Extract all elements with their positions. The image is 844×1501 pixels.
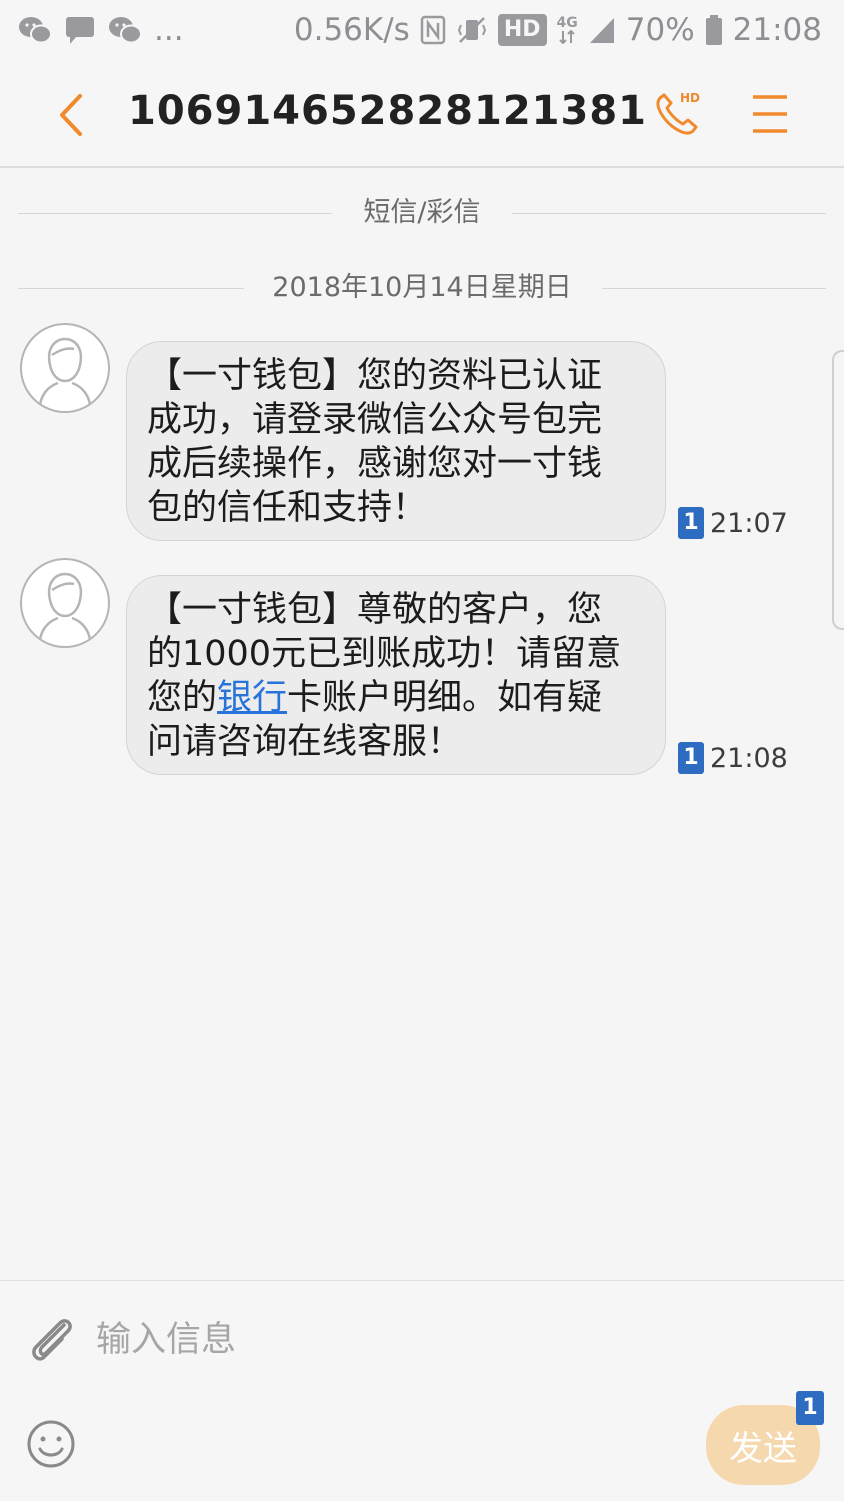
compose-bar: 发送 1 bbox=[0, 1280, 844, 1501]
date-divider: 2018年10月14日星期日 bbox=[18, 268, 826, 308]
message-bubble[interactable]: 【一寸钱包】尊敬的客户，您的1000元已到账成功！请留意您的银行卡账户明细。如有… bbox=[126, 575, 666, 775]
sender-avatar[interactable] bbox=[20, 323, 110, 413]
conversation-header: 106914652828121381 HD bbox=[0, 62, 844, 168]
battery-icon bbox=[705, 12, 723, 48]
attach-button[interactable] bbox=[24, 1311, 78, 1365]
divider-line bbox=[602, 288, 826, 289]
sim-1-badge: 1 bbox=[678, 742, 704, 774]
message-meta: 1 21:08 bbox=[678, 742, 788, 774]
svg-text:HD: HD bbox=[680, 91, 700, 105]
message-type-divider: 短信/彩信 bbox=[18, 193, 826, 233]
wechat-icon-2 bbox=[108, 12, 142, 48]
phone-hd-icon: HD bbox=[656, 91, 700, 135]
battery-percent: 70% bbox=[625, 12, 695, 48]
message-time: 21:08 bbox=[710, 742, 788, 774]
status-bar-right: 0.56K/s HD 4G 70% 21:08 bbox=[294, 12, 822, 48]
network-type-label: 4G bbox=[556, 15, 578, 31]
message-bubble[interactable]: 【一寸钱包】您的资料已认证成功，请登录微信公众号包完成后续操作，感谢您对一寸钱包… bbox=[126, 341, 666, 541]
page-title: 106914652828121381 bbox=[128, 88, 647, 134]
bank-link[interactable]: 银行 bbox=[217, 678, 287, 718]
chat-bubble-icon bbox=[64, 12, 96, 48]
message-meta: 1 21:07 bbox=[678, 507, 788, 539]
hd-voice-badge: HD bbox=[497, 14, 547, 46]
nfc-icon bbox=[420, 12, 446, 48]
chevron-left-icon bbox=[60, 94, 82, 136]
message-time: 21:07 bbox=[710, 507, 788, 539]
emoji-button[interactable] bbox=[24, 1417, 78, 1471]
more-notifications: ... bbox=[154, 12, 184, 48]
send-sim-badge: 1 bbox=[796, 1391, 824, 1425]
network-4g-icon: 4G bbox=[557, 12, 578, 48]
divider-line bbox=[512, 213, 826, 214]
wechat-icon bbox=[18, 12, 52, 48]
menu-button[interactable] bbox=[750, 92, 790, 136]
paperclip-icon bbox=[32, 1319, 72, 1361]
hd-call-button[interactable]: HD bbox=[650, 86, 706, 142]
status-bar: ... 0.56K/s HD 4G 70% 21:08 bbox=[0, 0, 844, 62]
person-silhouette-icon bbox=[38, 572, 92, 641]
back-button[interactable] bbox=[52, 90, 92, 140]
sender-avatar[interactable] bbox=[20, 558, 110, 648]
edge-panel-handle[interactable] bbox=[832, 350, 844, 630]
message-text: 【一寸钱包】您的资料已认证成功，请登录微信公众号包完成后续操作，感谢您对一寸钱包… bbox=[147, 356, 603, 528]
person-silhouette-icon bbox=[38, 337, 92, 406]
smiley-icon bbox=[27, 1420, 75, 1468]
status-bar-left: ... bbox=[18, 12, 184, 48]
message-input[interactable] bbox=[94, 1311, 658, 1369]
clock: 21:08 bbox=[732, 12, 822, 48]
network-speed: 0.56K/s bbox=[293, 12, 410, 48]
hamburger-menu-icon bbox=[753, 95, 787, 133]
vibrate-mute-icon bbox=[456, 12, 488, 48]
signal-icon bbox=[588, 12, 616, 48]
sim-1-badge: 1 bbox=[678, 507, 704, 539]
